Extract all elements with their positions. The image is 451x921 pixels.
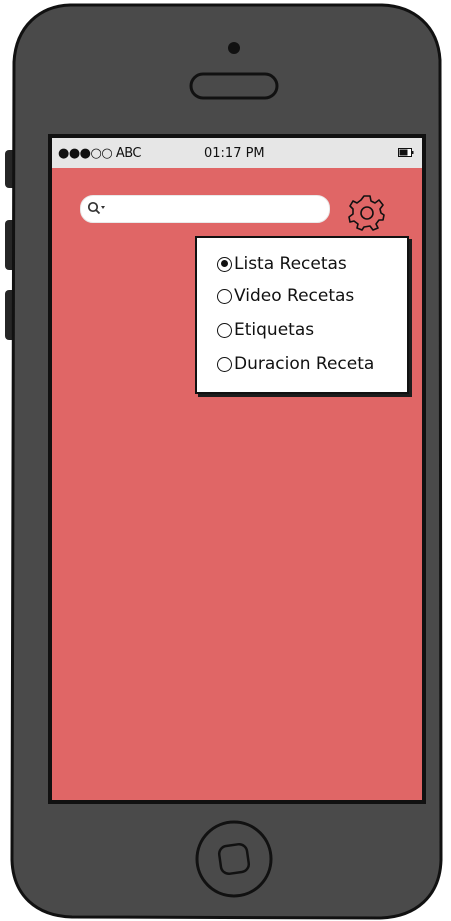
radio-unselected-icon[interactable] [217,356,232,372]
gear-icon[interactable] [348,193,386,231]
option-label: Video Recetas [234,286,355,306]
option-duracion-receta[interactable]: Duracion Receta [217,352,374,376]
option-lista-recetas[interactable]: Lista Recetas [217,252,347,276]
radio-unselected-icon[interactable] [217,288,232,304]
option-etiquetas[interactable]: Etiquetas [217,318,314,342]
search-input[interactable] [80,195,330,223]
radio-selected-icon[interactable] [217,256,232,272]
option-label: Lista Recetas [234,254,347,274]
radio-unselected-icon[interactable] [217,322,232,338]
option-label: Etiquetas [234,320,315,340]
battery-icon [398,148,414,157]
option-label: Duracion Receta [234,354,375,374]
phone-mockup: ●●●○○ ABC 01:17 PM Lista Recetas Video R… [0,0,451,921]
signal-carrier: ●●●○○ ABC [58,146,142,161]
home-button[interactable] [195,820,273,898]
option-video-recetas[interactable]: Video Recetas [217,284,354,308]
front-camera [228,42,240,54]
status-time: 01:17 PM [204,146,265,161]
settings-dropdown-menu: Lista Recetas Video Recetas Etiquetas Du… [195,236,409,394]
status-bar: ●●●○○ ABC 01:17 PM [52,137,422,168]
search-icon [87,201,105,215]
